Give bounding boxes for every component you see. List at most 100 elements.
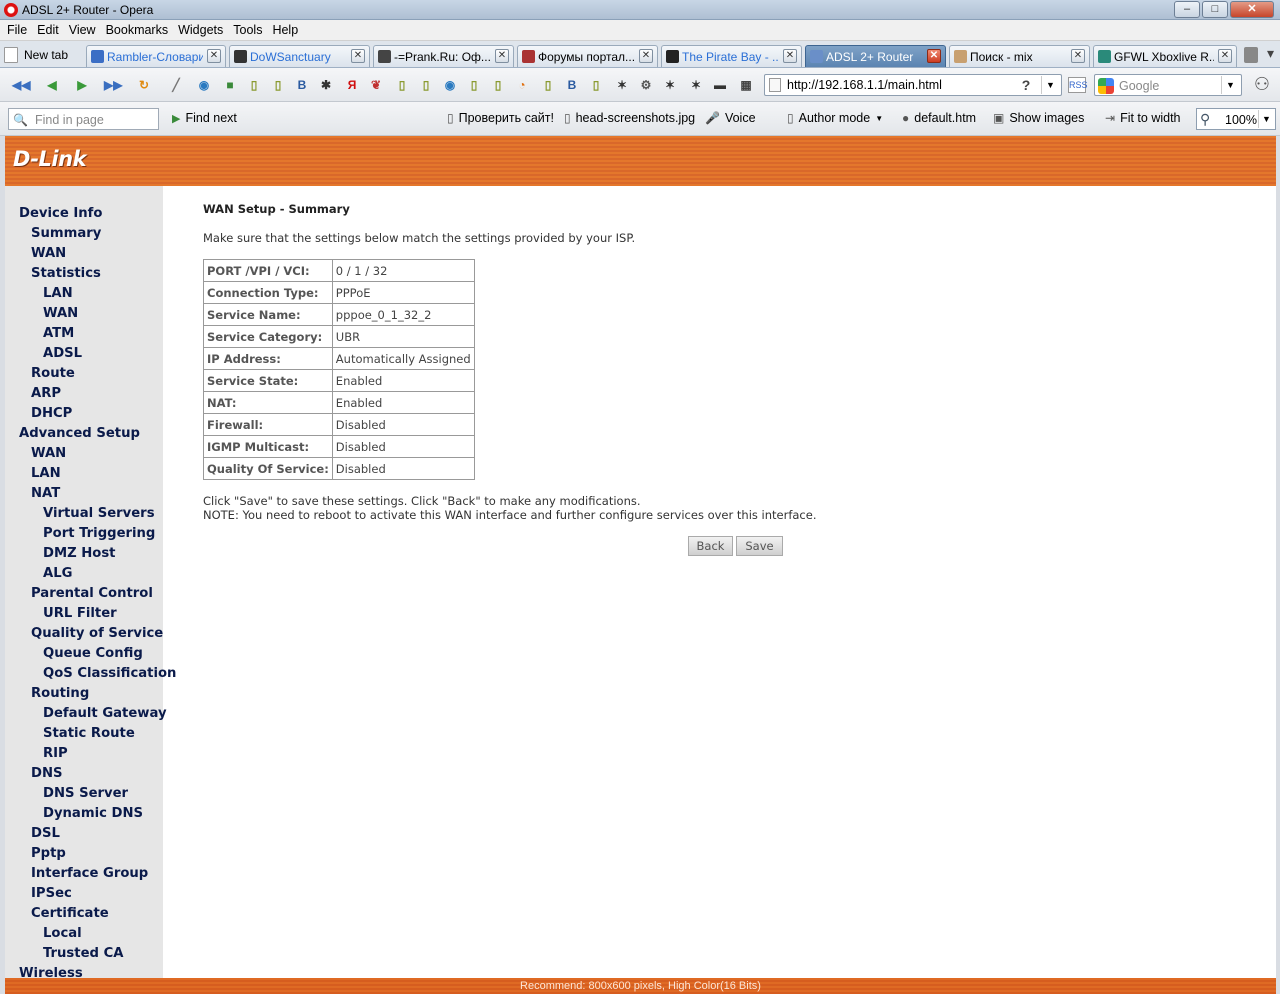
tab-2[interactable]: DoWSanctuary ✕ (229, 45, 370, 67)
sidebar-item-static-route[interactable]: Static Route (5, 724, 163, 744)
sidebar-item-port-triggering[interactable]: Port Triggering (5, 524, 163, 544)
sidebar-item-dns-server[interactable]: DNS Server (5, 784, 163, 804)
sidebar-item-queue-config[interactable]: Queue Config (5, 644, 163, 664)
sidebar-item-certificate[interactable]: Certificate (5, 904, 163, 924)
grid-icon[interactable]: ▦ (738, 77, 754, 93)
page-icon[interactable]: ▯ (490, 77, 506, 93)
sidebar-item-pptp[interactable]: Pptp (5, 844, 163, 864)
address-url[interactable]: http://192.168.1.1/main.html (787, 78, 942, 92)
sidebar-item-lan[interactable]: LAN (5, 284, 163, 304)
sidebar-item-local[interactable]: Local (5, 924, 163, 944)
tab-5[interactable]: The Pirate Bay - ... ✕ (661, 45, 802, 67)
zoom-dropdown-icon[interactable]: ▼ (1258, 110, 1274, 128)
personal-bar-item[interactable]: ▯ head-screenshots.jpg (564, 111, 695, 125)
maximize-button[interactable]: □ (1202, 1, 1228, 18)
tab-8[interactable]: GFWL Xboxlive R... ✕ (1093, 45, 1237, 67)
close-button[interactable]: ✕ (1230, 1, 1274, 18)
find-in-page-input[interactable]: 🔍 Find in page (8, 108, 159, 130)
sidebar-item-ipsec[interactable]: IPSec (5, 884, 163, 904)
globe-icon[interactable]: ◉ (442, 77, 458, 93)
address-dropdown-icon[interactable]: ▼ (1041, 76, 1059, 94)
v-icon[interactable]: B (294, 77, 310, 93)
menu-widgets[interactable]: Widgets (173, 23, 228, 37)
personal-bar-item[interactable]: 🎤 Voice (705, 111, 756, 125)
trash-icon[interactable] (1244, 47, 1258, 63)
minimize-button[interactable]: – (1174, 1, 1200, 18)
page-icon[interactable]: ▯ (270, 77, 286, 93)
fast-forward-icon[interactable]: ▶▶ (104, 77, 122, 93)
tab-close-icon[interactable]: ✕ (495, 49, 509, 63)
tab-3[interactable]: -=Prank.Ru: Оф... ✕ (373, 45, 514, 67)
personal-bar-item[interactable]: ● default.htm (902, 111, 976, 125)
back-button[interactable]: Back (688, 536, 733, 556)
find-next-button[interactable]: ▶ Find next (172, 111, 237, 125)
page-icon[interactable]: ▯ (418, 77, 434, 93)
glasses-icon[interactable]: ⚇ (1248, 74, 1276, 96)
sidebar-item-rip[interactable]: RIP (5, 744, 163, 764)
menu-edit[interactable]: Edit (32, 23, 64, 37)
tab-close-icon[interactable]: ✕ (207, 49, 221, 63)
rewind-icon[interactable]: ◀◀ (12, 77, 30, 93)
sidebar-item-dsl[interactable]: DSL (5, 824, 163, 844)
menu-help[interactable]: Help (267, 23, 303, 37)
sidebar-item-atm[interactable]: ATM (5, 324, 163, 344)
tab-close-icon[interactable]: ✕ (927, 49, 941, 63)
sidebar-item-virtual-servers[interactable]: Virtual Servers (5, 504, 163, 524)
page-icon[interactable]: ▯ (588, 77, 604, 93)
personal-bar-item[interactable]: ⇥ Fit to width (1105, 111, 1181, 125)
save-button[interactable]: Save (736, 536, 783, 556)
edit-icon[interactable]: ╱ (168, 77, 184, 93)
tab-4[interactable]: Форумы портал... ✕ (517, 45, 658, 67)
sidebar-item-routing[interactable]: Routing (5, 684, 163, 704)
menu-view[interactable]: View (64, 23, 101, 37)
page-icon[interactable]: ▯ (466, 77, 482, 93)
search-box[interactable]: Google ▼ (1094, 74, 1242, 96)
sidebar-item-interface-group[interactable]: Interface Group (5, 864, 163, 884)
page-icon[interactable]: ▯ (394, 77, 410, 93)
sidebar-item-quality-of-service[interactable]: Quality of Service (5, 624, 163, 644)
address-bar[interactable]: http://192.168.1.1/main.html ? ▼ (764, 74, 1062, 96)
sidebar-item-arp[interactable]: ARP (5, 384, 163, 404)
sidebar-item-wan[interactable]: WAN (5, 444, 163, 464)
sidebar-item-dns[interactable]: DNS (5, 764, 163, 784)
tab-6[interactable]: ADSL 2+ Router ✕ (805, 45, 946, 67)
sidebar-item-trusted-ca[interactable]: Trusted CA (5, 944, 163, 964)
sidebar-item-dynamic-dns[interactable]: Dynamic DNS (5, 804, 163, 824)
search-input[interactable]: Google (1119, 79, 1159, 93)
sidebar-item-summary[interactable]: Summary (5, 224, 163, 244)
bug-icon[interactable]: ✶ (662, 77, 678, 93)
help-icon[interactable]: ? (1017, 77, 1035, 93)
page-icon[interactable]: ▯ (540, 77, 556, 93)
car-icon[interactable]: ▬ (712, 77, 728, 93)
back-icon[interactable]: ◀ (44, 77, 60, 93)
sidebar-item-adsl[interactable]: ADSL (5, 344, 163, 364)
bug-icon[interactable]: ✶ (688, 77, 704, 93)
bug-icon[interactable]: ✶ (614, 77, 630, 93)
sidebar-item-parental-control[interactable]: Parental Control (5, 584, 163, 604)
personal-bar-item[interactable]: ▯ Author mode ▼ (787, 111, 883, 125)
rss-feed-icon[interactable]: RSS (1068, 77, 1088, 93)
search-dropdown-icon[interactable]: ▼ (1221, 76, 1239, 94)
zoom-control[interactable]: ⚲ 100% ▼ (1196, 108, 1276, 130)
sidebar-item-advanced-setup[interactable]: Advanced Setup (5, 424, 163, 444)
zoom-value[interactable]: 100% (1225, 113, 1257, 127)
forward-icon[interactable]: ▶ (74, 77, 90, 93)
tab-close-icon[interactable]: ✕ (1071, 49, 1085, 63)
tab-close-icon[interactable]: ✕ (351, 49, 365, 63)
tab-close-icon[interactable]: ✕ (639, 49, 653, 63)
menu-tools[interactable]: Tools (228, 23, 267, 37)
sidebar-item-alg[interactable]: ALG (5, 564, 163, 584)
sidebar-item-dhcp[interactable]: DHCP (5, 404, 163, 424)
globe-icon[interactable]: ◉ (196, 77, 212, 93)
tab-7[interactable]: Поиск - mix ✕ (949, 45, 1090, 67)
tab-menu-icon[interactable]: ▾ (1267, 45, 1274, 62)
page-icon[interactable]: ▯ (246, 77, 262, 93)
sidebar-item-qos-classification[interactable]: QoS Classification (5, 664, 176, 684)
reload-icon[interactable]: ↻ (136, 77, 152, 93)
spider-icon[interactable]: ✱ (318, 77, 334, 93)
new-tab-button[interactable]: New tab (4, 45, 68, 65)
tab-1[interactable]: Rambler-Словари ✕ (86, 45, 226, 67)
ya-icon[interactable]: Я (344, 77, 360, 93)
sidebar-item-nat[interactable]: NAT (5, 484, 163, 504)
sidebar-item-dmz-host[interactable]: DMZ Host (5, 544, 163, 564)
